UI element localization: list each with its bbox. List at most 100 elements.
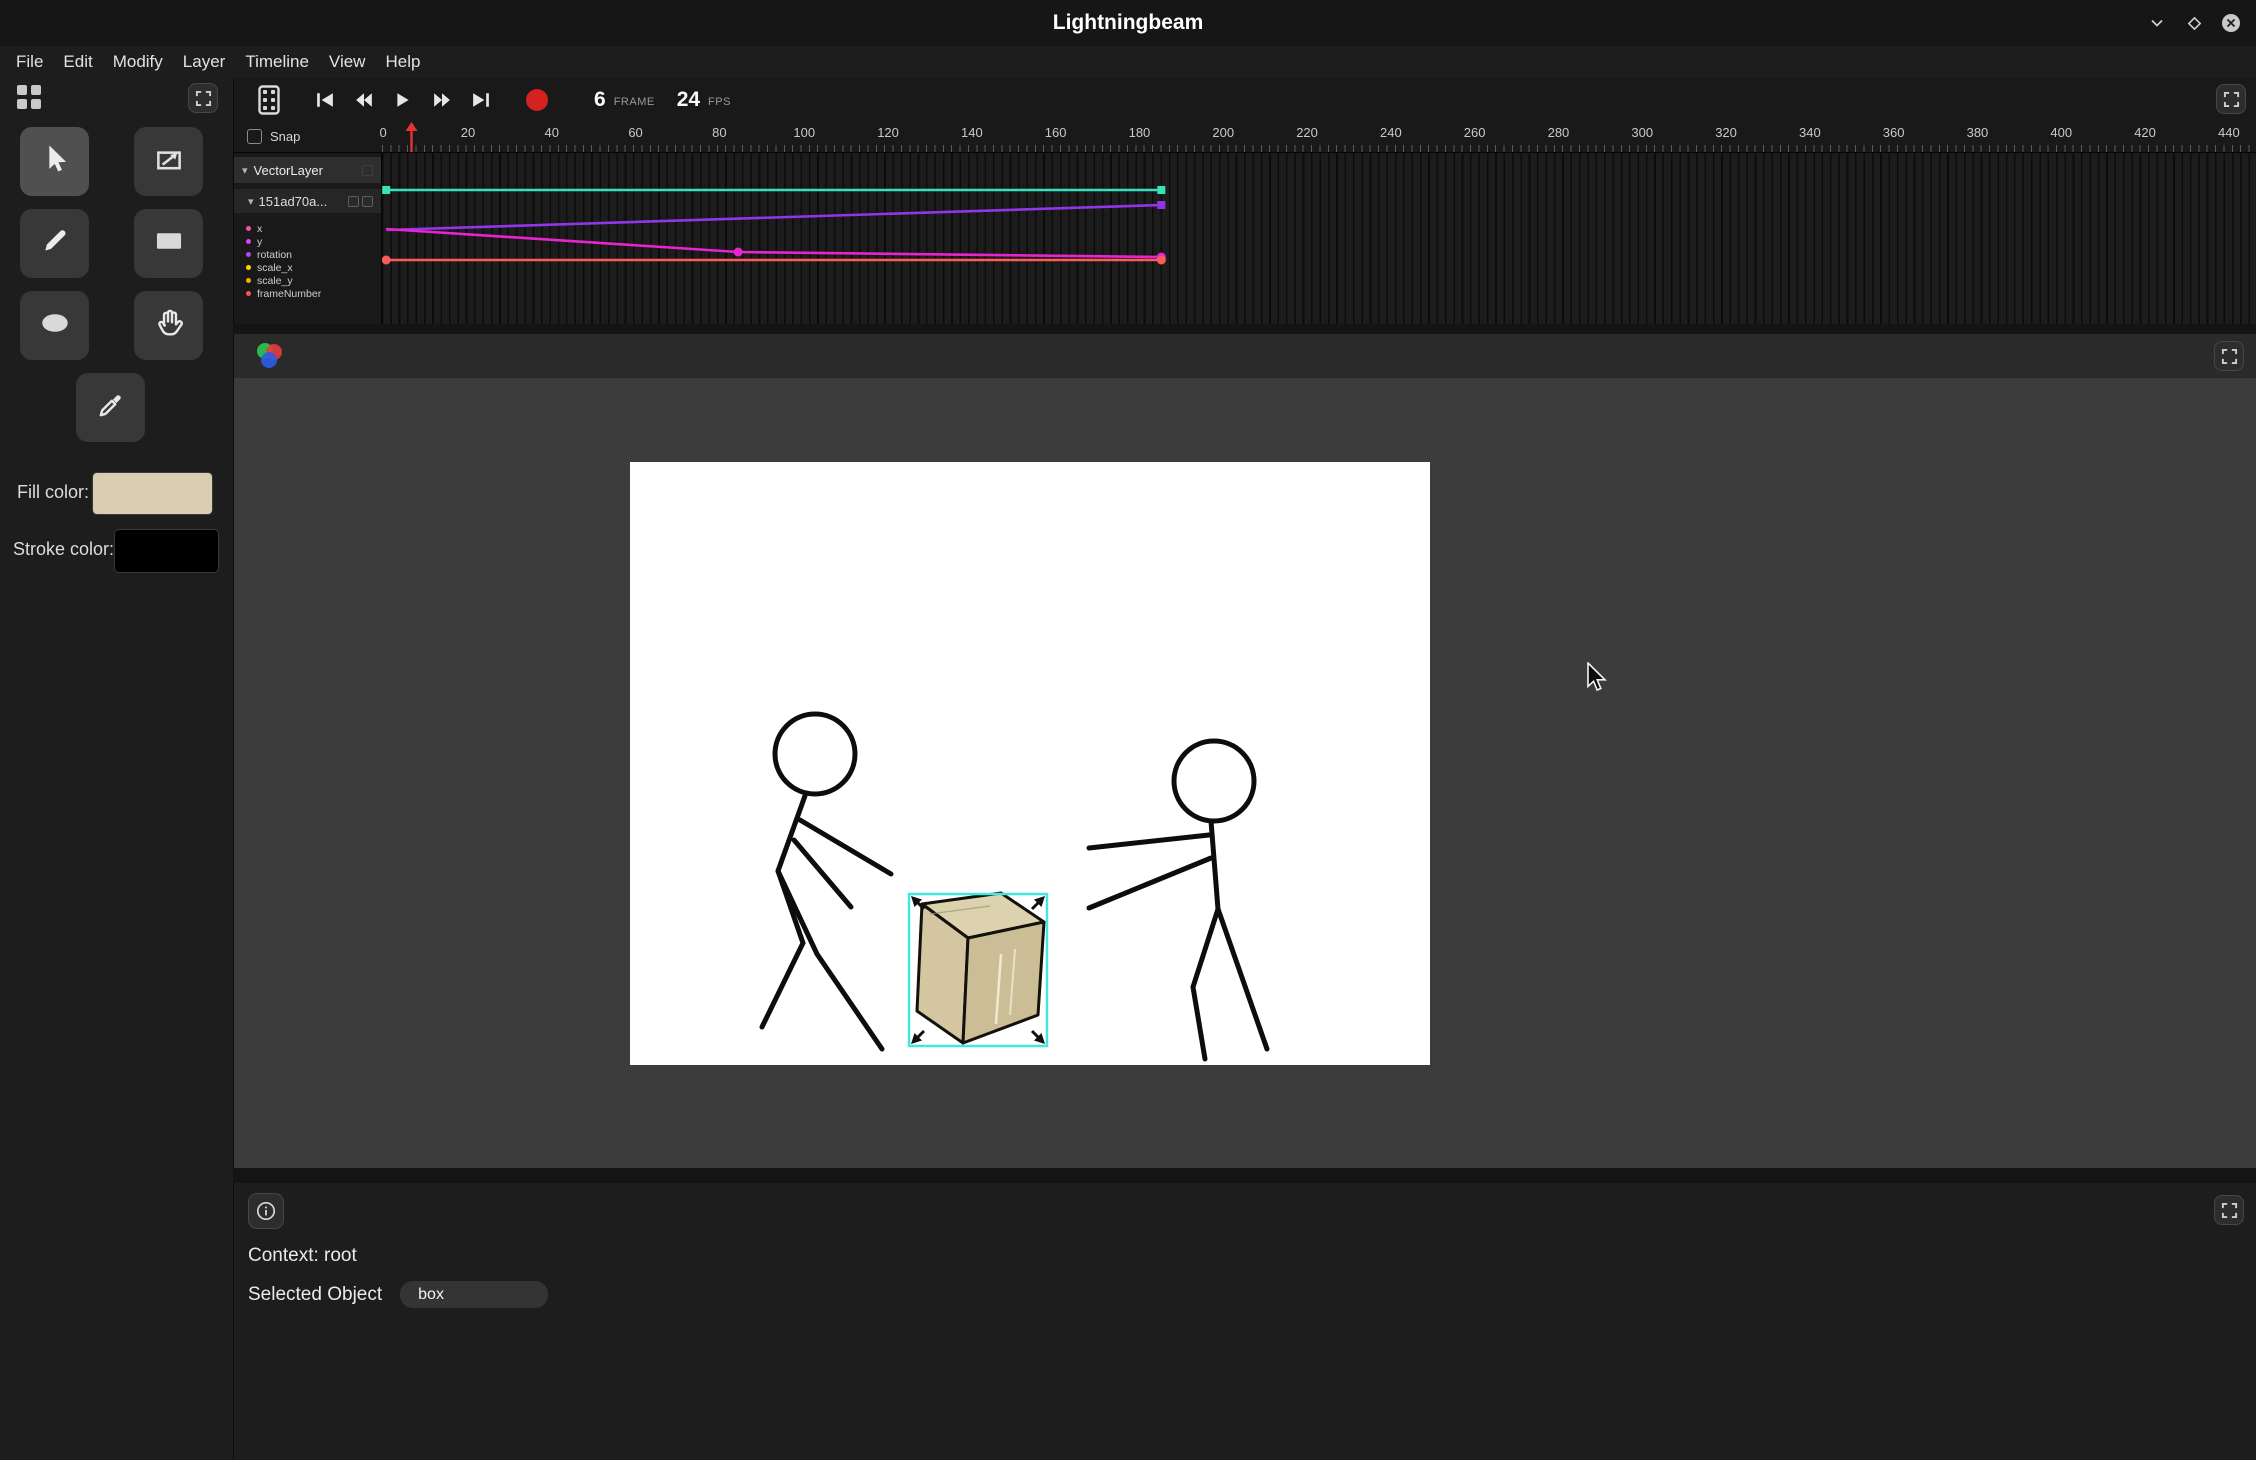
ruler-tick-marks [382,145,2256,152]
ruler-tick-340: 340 [1799,125,1821,140]
stage-scene[interactable] [630,462,1430,1065]
rectangle-tool-button[interactable] [134,209,203,278]
property-y[interactable]: y [246,235,381,248]
selected-object-field[interactable]: box [400,1281,548,1308]
object-id-label: 151ad70a... [259,194,328,209]
eyedropper-tool-button[interactable] [76,373,145,442]
property-label: frameNumber [257,288,321,300]
ruler-tick-400: 400 [2050,125,2072,140]
menu-help[interactable]: Help [375,52,430,72]
ruler-tick-0: 0 [379,125,386,140]
curve-teal-keyframe [382,186,390,194]
timeline-expand-icon[interactable] [2216,84,2246,114]
fill-color-swatch[interactable] [92,472,213,515]
current-frame-value: 6 [594,88,606,112]
lightningbeam-window: Lightningbeam FileEditModifyLayerTimelin… [0,0,2256,1460]
timeline-ruler[interactable]: Snap 02040608010012014016018020022024026… [234,122,2256,153]
ruler-tick-300: 300 [1631,125,1653,140]
ruler-tick-160: 160 [1045,125,1067,140]
hand-icon [152,306,186,345]
transform-tool-button[interactable] [134,127,203,196]
property-frameNumber[interactable]: frameNumber [246,287,381,300]
hand-tool-button[interactable] [134,291,203,360]
record-button[interactable] [520,83,554,117]
chevron-down-icon[interactable]: ▾ [242,164,248,177]
timeline-body: ▾ VectorLayer ▾ 151ad70a... xyrotationsc… [234,153,2256,324]
property-rotation[interactable]: rotation [246,248,381,261]
minimize-chevron-icon[interactable] [2146,12,2168,34]
ellipse-icon [38,306,72,345]
fill-color-label: Fill color: [17,482,89,503]
property-scale_x[interactable]: scale_x [246,261,381,274]
select-tool-button[interactable] [20,127,89,196]
ruler-tick-420: 420 [2134,125,2156,140]
pencil-tool-button[interactable] [20,209,89,278]
layer-handle-icon[interactable] [362,165,373,176]
ruler-tick-380: 380 [1967,125,1989,140]
cursor-arrow-icon [38,142,72,181]
film-strip-icon[interactable] [252,83,286,117]
ruler-tick-100: 100 [793,125,815,140]
stroke-color-swatch[interactable] [114,529,219,573]
curve-magenta [386,229,1161,257]
layer-row-object[interactable]: ▾ 151ad70a... [234,189,381,213]
menu-bar: FileEditModifyLayerTimelineViewHelp [0,46,2256,78]
fps-value[interactable]: 24 [677,88,700,112]
timeline-controls: 6 FRAME 24 FPS [234,78,2256,122]
ruler-tick-20: 20 [461,125,475,140]
menu-view[interactable]: View [319,52,376,72]
playback-controls [308,83,498,117]
chevron-down-icon[interactable]: ▾ [248,195,254,208]
ruler-tick-140: 140 [961,125,983,140]
menu-edit[interactable]: Edit [53,52,102,72]
property-color-dot [246,278,251,283]
curve-teal-keyframe [1157,186,1165,194]
info-icon[interactable] [248,1193,284,1229]
menu-file[interactable]: File [6,52,53,72]
play-button[interactable] [386,83,420,117]
ruler-tick-180: 180 [1129,125,1151,140]
apps-grid-icon[interactable] [16,84,42,115]
inspector-expand-icon[interactable] [2214,1195,2244,1225]
fps-unit-label: FPS [708,96,731,108]
property-label: scale_y [257,275,293,287]
curve-purple [386,205,1161,230]
stage[interactable] [630,462,1430,1065]
menu-timeline[interactable]: Timeline [235,52,319,72]
menu-layer[interactable]: Layer [173,52,236,72]
rewind-button[interactable] [347,83,381,117]
menu-modify[interactable]: Modify [103,52,173,72]
skip-to-start-button[interactable] [308,83,342,117]
skip-to-end-button[interactable] [464,83,498,117]
timeline-curves[interactable] [382,153,2256,324]
inspector-panel: Context: root Selected Object box [233,1183,2256,1460]
pencil-icon [38,224,72,263]
close-icon[interactable] [2220,12,2242,34]
stick-figure-right [1089,741,1267,1059]
layer-visibility-toggle-icon[interactable] [348,196,359,207]
property-label: x [257,223,262,235]
eyedropper-icon [94,388,128,427]
property-scale_y[interactable]: scale_y [246,274,381,287]
property-color-dot [246,239,251,244]
playhead[interactable] [405,122,418,157]
ruler-tick-120: 120 [877,125,899,140]
canvas-expand-icon[interactable] [2214,341,2244,371]
ruler-tick-360: 360 [1883,125,1905,140]
mouse-cursor-icon [1586,662,1612,697]
property-color-dot [246,252,251,257]
maximize-diamond-icon[interactable] [2183,12,2205,34]
frame-unit-label: FRAME [614,96,655,108]
layer-row-vectorlayer[interactable]: ▾ VectorLayer [234,157,381,183]
title-bar: Lightningbeam [0,0,2256,46]
stick-figure-left [762,714,891,1049]
layer-lock-toggle-icon[interactable] [362,196,373,207]
layer-panel: ▾ VectorLayer ▾ 151ad70a... xyrotationsc… [234,153,382,324]
ellipse-tool-button[interactable] [20,291,89,360]
ruler-tick-200: 200 [1212,125,1234,140]
property-x[interactable]: x [246,222,381,235]
transform-frame-icon [152,142,186,181]
ruler-tick-280: 280 [1548,125,1570,140]
sidebar-expand-icon[interactable] [188,83,218,113]
fast-forward-button[interactable] [425,83,459,117]
